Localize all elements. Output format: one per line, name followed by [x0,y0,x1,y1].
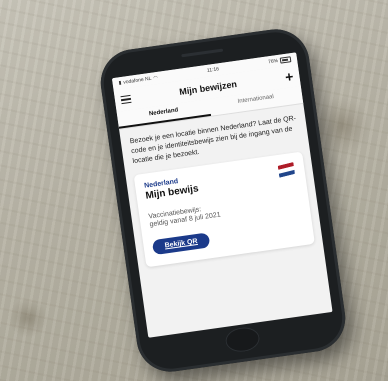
page-title: Mijn bewijzen [178,78,238,97]
wood-knot [316,96,370,156]
battery-percent: 76% [267,58,279,66]
battery-icon [279,56,292,64]
carrier-label: vodafone NL [122,75,152,86]
view-qr-button[interactable]: Bekijk QR [151,232,211,256]
wood-knot [8,298,48,338]
phone-speaker [181,48,224,58]
menu-icon[interactable] [120,94,132,105]
phone: ▮ vodafone NL ◠ 11:16 76% Mijn bewijzen … [96,24,350,377]
signal-icon: ▮ [118,80,122,87]
wifi-icon: ◠ [153,74,159,82]
add-proof-button[interactable]: + [284,68,294,85]
phone-screen: ▮ vodafone NL ◠ 11:16 76% Mijn bewijzen … [111,52,333,338]
home-button[interactable] [224,325,262,354]
status-time: 11:16 [206,66,220,74]
